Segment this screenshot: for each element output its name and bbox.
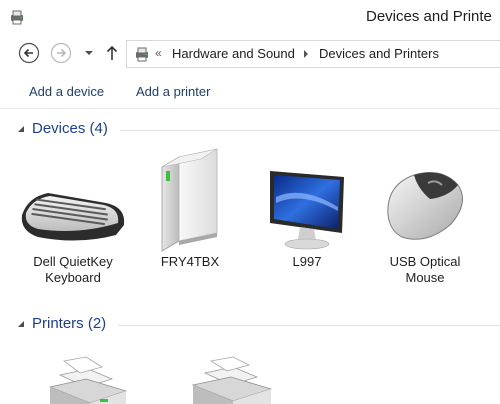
- title-bar: Devices and Printe: [0, 0, 500, 34]
- group-divider: [120, 130, 500, 131]
- devices-printers-icon: [136, 47, 148, 62]
- printers-group-header[interactable]: Printers (2): [0, 314, 500, 336]
- computer-tower-icon: [161, 148, 218, 252]
- device-tile-monitor[interactable]: L997: [252, 145, 362, 290]
- collapse-triangle-icon[interactable]: [17, 320, 25, 328]
- address-bar[interactable]: « Hardware and Sound Devices and Printer…: [126, 40, 500, 68]
- devices-group-label: Devices (4): [32, 120, 108, 137]
- forward-arrow-icon[interactable]: [50, 42, 72, 64]
- collapse-triangle-icon[interactable]: [17, 125, 25, 133]
- hidden-crumbs-chevron[interactable]: «: [155, 46, 162, 60]
- device-name: Dell QuietKey Keyboard: [33, 254, 113, 285]
- device-tile-keyboard[interactable]: Dell QuietKey Keyboard: [18, 145, 128, 290]
- printer-icon: [48, 356, 128, 404]
- printer-tile[interactable]: [175, 355, 285, 404]
- device-tile-mouse[interactable]: USB Optical Mouse: [370, 145, 480, 290]
- mouse-icon: [387, 172, 463, 240]
- add-device-button[interactable]: Add a device: [29, 84, 104, 99]
- devices-group-header[interactable]: Devices (4): [0, 119, 500, 141]
- device-name: USB Optical Mouse: [389, 254, 461, 285]
- command-bar: Add a device Add a printer: [0, 78, 500, 109]
- printers-group-label: Printers (2): [32, 315, 107, 332]
- window-title: Devices and Printe: [366, 8, 492, 25]
- printer-tile[interactable]: [30, 355, 140, 404]
- device-name: L997: [292, 254, 322, 269]
- device-name: FRY4TBX: [160, 254, 220, 269]
- monitor-icon: [270, 171, 344, 250]
- breadcrumb-separator-icon[interactable]: [302, 49, 310, 59]
- group-divider: [118, 325, 500, 326]
- keyboard-icon: [21, 193, 125, 241]
- device-tile-computer[interactable]: FRY4TBX: [135, 145, 245, 290]
- navigation-bar: « Hardware and Sound Devices and Printer…: [0, 38, 500, 70]
- devices-printers-app-icon[interactable]: [8, 8, 26, 26]
- printer-icon: [191, 356, 273, 404]
- devices-and-printers-window: Devices and Printe « Hardware and Sound: [0, 0, 500, 404]
- back-arrow-icon[interactable]: [18, 42, 40, 64]
- breadcrumb-hardware-and-sound[interactable]: Hardware and Sound: [172, 46, 295, 61]
- add-printer-button[interactable]: Add a printer: [136, 84, 210, 99]
- up-arrow-icon[interactable]: [104, 42, 120, 64]
- chevron-down-icon[interactable]: [82, 42, 96, 64]
- breadcrumb-devices-and-printers[interactable]: Devices and Printers: [319, 46, 439, 61]
